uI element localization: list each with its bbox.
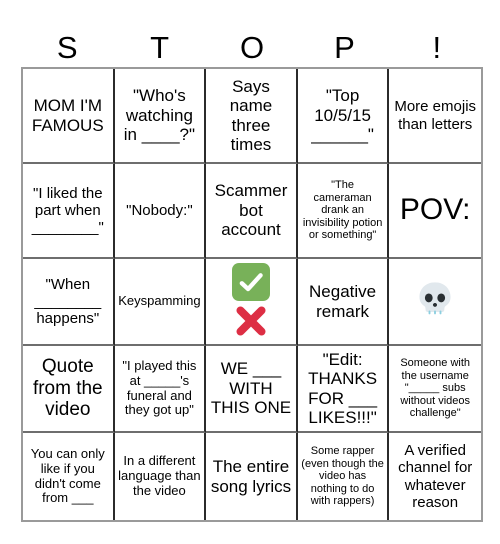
bingo-cell-t-1[interactable]: "Who's watching in ____?" [114,69,207,164]
bingo-cell-s-2[interactable]: "I liked the part when ________" [23,164,115,259]
bingo-cell-t-2[interactable]: "Nobody:" [114,164,207,259]
bingo-cell-label: POV: [399,193,471,227]
bingo-cell-label: "Top 10/5/15 ______" [311,86,374,145]
bingo-cell-p-2[interactable]: "The cameraman drank an invisibility pot… [297,164,390,259]
bingo-cell-p-3[interactable]: Negative remark [297,259,390,346]
header-letter-1: S [56,30,78,65]
bingo-cell-label: "When ________ happens" [34,275,102,328]
bingo-cell-o-2[interactable]: Scammer bot account [206,164,298,259]
bingo-cell-label: Someone with the username "_____ subs wi… [400,357,471,420]
bingo-cell-label: "Who's watching in ____?" [123,86,196,145]
bingo-cell-s-5[interactable]: You can only like if you didn't come fro… [23,433,115,520]
skull-icon [415,279,455,324]
bingo-cell-label: "The cameraman drank an invisibility pot… [302,179,383,242]
bingo-cell-p-1[interactable]: "Top 10/5/15 ______" [297,69,390,164]
cross-mark-icon [232,302,270,340]
bingo-cell-t-3[interactable]: Keyspamming [114,259,207,346]
bingo-cell-s-3[interactable]: "When ________ happens" [23,259,115,346]
bingo-cell-t-4[interactable]: "I played this at _____'s funeral and th… [114,346,207,433]
bingo-cell-label: Scammer bot account [214,181,288,240]
bingo-cell-label: You can only like if you didn't come fro… [30,445,105,506]
bingo-cell-excl-1[interactable]: More emojis than letters [389,69,481,164]
bingo-cell-p-5[interactable]: Some rapper (even though the video has n… [298,433,390,520]
bingo-cell-p-4[interactable]: "Edit: THANKS FOR ___ LIKES!!!" [297,346,390,433]
bingo-cell-s-1[interactable]: MOM I'M FAMOUS [23,69,115,164]
bingo-cell-label: "Edit: THANKS FOR ___ LIKES!!!" [308,349,378,427]
bingo-cell-label: Negative remark [309,282,377,321]
bingo-card: S T O P ! MOM I'M FAMOUS "Who's watching … [21,14,483,522]
bingo-cell-excl-3[interactable] [389,259,481,346]
bingo-cell-label: Some rapper (even though the video has n… [301,445,384,508]
bingo-header-row: S T O P ! [21,14,483,67]
bingo-cell-o-3[interactable] [206,259,298,346]
header-letter-3: O [239,30,265,65]
bingo-cell-s-4[interactable]: Quote from the video [23,346,115,433]
bingo-cell-label: "I played this at _____'s funeral and th… [122,357,197,418]
bingo-cell-label: WE ___ WITH THIS ONE [210,359,292,418]
bingo-cell-label: Keyspamming [118,293,201,309]
header-letter-4: P [334,30,355,65]
header-letter-5: ! [432,30,442,65]
bingo-cell-label: In a different language than the video [118,453,201,498]
bingo-cell-label: MOM I'M FAMOUS [31,96,104,135]
bingo-cell-label: The entire song lyrics [210,457,292,496]
bingo-cell-o-5[interactable]: The entire song lyrics [206,433,298,520]
check-cross-emoji-stack [231,263,270,340]
header-letter-2: T [150,30,170,65]
bingo-cell-label: "Nobody:" [126,201,193,219]
bingo-cell-excl-4[interactable]: Someone with the username "_____ subs wi… [389,346,481,433]
bingo-grid: MOM I'M FAMOUS "Who's watching in ____?" S… [21,67,483,522]
bingo-cell-excl-2[interactable]: POV: [389,164,481,259]
bingo-cell-label: A verified channel for whatever reason [398,442,473,511]
bingo-cell-label: Says name three times [229,76,273,154]
bingo-cell-o-1[interactable]: Says name three times [206,69,298,164]
bingo-cell-excl-5[interactable]: A verified channel for whatever reason [389,433,481,520]
bingo-cell-label: "I liked the part when ________" [31,184,104,237]
check-mark-icon [231,263,270,301]
bingo-cell-t-5[interactable]: In a different language than the video [115,433,207,520]
bingo-cell-o-4[interactable]: WE ___ WITH THIS ONE [206,346,298,433]
bingo-cell-label: More emojis than letters [394,98,477,133]
bingo-cell-label: Quote from the video [32,356,103,421]
